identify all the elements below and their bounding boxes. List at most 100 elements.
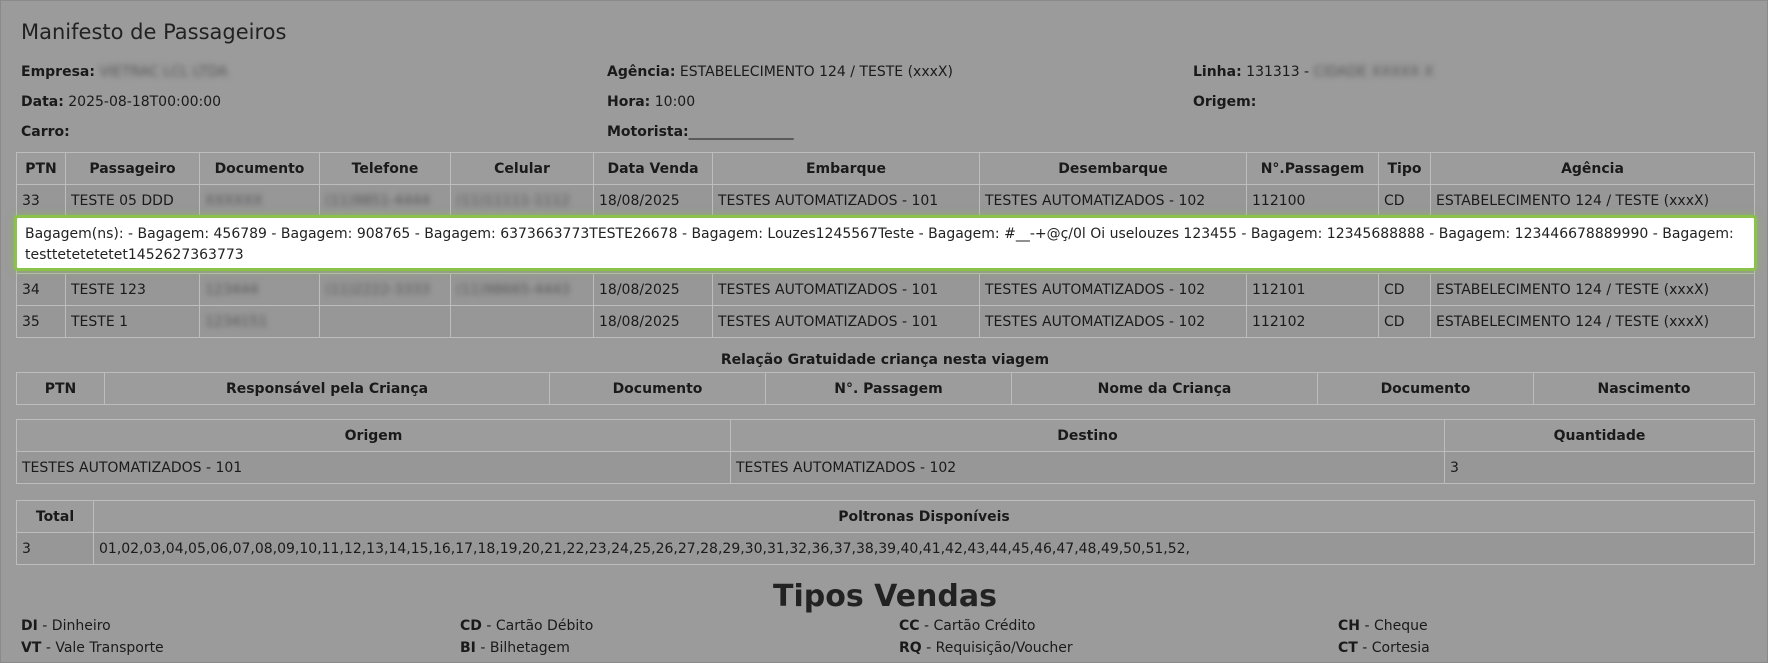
manifest-page: Manifesto de Passageiros Empresa: VIETRA… [0,0,1768,663]
origem-label: Origem: [1193,94,1257,110]
col-header: PTN [16,152,66,185]
col-header: Agência [1430,152,1755,185]
col-header: Responsável pela Criança [104,372,550,405]
cell-desembarque: TESTES AUTOMATIZADOS - 102 [979,273,1247,306]
carro-label: Carro: [21,124,70,140]
data-info: Data: 2025-08-18T00:00:00 [21,94,221,110]
cell-agencia: ESTABELECIMENTO 124 / TESTE (xxxX) [1430,184,1755,217]
cell-ptn: 33 [16,184,66,217]
cell-destino: TESTES AUTOMATIZADOS - 102 [730,451,1445,484]
hora-value: 10:00 [654,94,696,110]
linha-value: 131313 - [1246,64,1310,80]
cell-embarque: TESTES AUTOMATIZADOS - 101 [712,305,980,338]
cell-passagem: 112102 [1246,305,1379,338]
col-header: Telefone [319,152,451,185]
page-title: Manifesto de Passageiros [21,20,287,44]
cell-desembarque: TESTES AUTOMATIZADOS - 102 [979,184,1247,217]
col-header: Tipo [1378,152,1431,185]
col-header: Data Venda [593,152,713,185]
legend-item-vt: VT - Vale Transporte [21,640,164,656]
cell-passagem: 112100 [1246,184,1379,217]
legend-item-cd: CD - Cartão Débito [460,618,594,634]
linha-label: Linha: [1193,64,1242,80]
agencia-value: ESTABELECIMENTO 124 / TESTE (xxxX) [679,64,953,80]
seats-table: Total Poltronas Disponíveis 3 01,02,03,0… [16,500,1755,565]
cell-passageiro: TESTE 05 DDD [65,184,200,217]
cell-agencia: ESTABELECIMENTO 124 / TESTE (xxxX) [1430,305,1755,338]
col-header: Nascimento [1533,372,1755,405]
route-header-row: Origem Destino Quantidade [16,419,1755,452]
legend-item-ct: CT - Cortesia [1338,640,1430,656]
cell-telefone [319,305,451,338]
cell-passageiro: TESTE 1 [65,305,200,338]
cell-data-venda: 18/08/2025 [593,184,713,217]
legend-item-ch: CH - Cheque [1338,618,1428,634]
cell-data-venda: 18/08/2025 [593,305,713,338]
data-label: Data: [21,94,64,110]
cell-total: 3 [16,532,94,565]
cell-celular [450,305,594,338]
cell-celular: (11)11111-1112 [450,184,594,217]
col-header: Passageiro [65,152,200,185]
cell-ptn: 34 [16,273,66,306]
agencia-label: Agência: [607,64,676,80]
cell-tipo: CD [1378,273,1431,306]
route-table: Origem Destino Quantidade TESTES AUTOMAT… [16,419,1755,484]
hora-info: Hora: 10:00 [607,94,695,110]
empresa-info: Empresa: VIETRAC LCL LTDA [21,64,228,80]
cell-embarque: TESTES AUTOMATIZADOS - 101 [712,184,980,217]
legend-item-rq: RQ - Requisição/Voucher [899,640,1073,656]
cell-poltronas: 01,02,03,04,05,06,07,08,09,10,11,12,13,1… [93,532,1755,565]
cell-origem: TESTES AUTOMATIZADOS - 101 [16,451,731,484]
cell-telefone: (11)9851-4444 [319,184,451,217]
child-header-row: PTN Responsável pela Criança Documento N… [16,372,1755,405]
legend-item-bi: BI - Bilhetagem [460,640,570,656]
cell-ptn: 35 [16,305,66,338]
col-header: Nome da Criança [1011,372,1318,405]
legend-item-di: DI - Dinheiro [21,618,111,634]
col-header: Total [16,500,94,533]
empresa-value: VIETRAC LCL LTDA [99,64,228,80]
child-gratuity-table: PTN Responsável pela Criança Documento N… [16,372,1755,405]
cell-documento: 1234151 [199,305,320,338]
cell-tipo: CD [1378,184,1431,217]
baggage-details-row[interactable]: Bagagem(ns): - Bagagem: 456789 - Bagagem… [14,215,1757,271]
cell-tipo: CD [1378,305,1431,338]
col-header: N°. Passagem [765,372,1012,405]
col-header: Quantidade [1444,419,1755,452]
cell-telefone: (11)2222-3333 [319,273,451,306]
origem-info: Origem: [1193,94,1256,110]
motorista-label: Motorista: [607,124,689,140]
cell-documento: XXXXXX [199,184,320,217]
table-row: TESTES AUTOMATIZADOS - 101 TESTES AUTOMA… [16,451,1755,484]
col-header: Poltronas Disponíveis [93,500,1755,533]
col-header: Embarque [712,152,980,185]
cell-documento: 123444 [199,273,320,306]
motorista-value: _______________ [688,124,794,140]
motorista-info: Motorista:_______________ [607,124,794,140]
col-header: Documento [1317,372,1534,405]
cell-quantidade: 3 [1444,451,1755,484]
table-row: 33 TESTE 05 DDD XXXXXX (11)9851-4444 (11… [16,184,1755,217]
tipos-vendas-title: Tipos Vendas [773,579,997,614]
linha-name-blurred: CIDADE XXXXX X [1313,64,1434,80]
col-header: Celular [450,152,594,185]
col-header: PTN [16,372,105,405]
data-value: 2025-08-18T00:00:00 [68,94,222,110]
cell-data-venda: 18/08/2025 [593,273,713,306]
table-row: 35 TESTE 1 1234151 18/08/2025 TESTES AUT… [16,305,1755,338]
cell-passagem: 112101 [1246,273,1379,306]
agencia-info: Agência: ESTABELECIMENTO 124 / TESTE (xx… [607,64,953,80]
table-row: 34 TESTE 123 123444 (11)2222-3333 (11)98… [16,273,1755,306]
col-header: Desembarque [979,152,1247,185]
col-header: Documento [549,372,766,405]
child-section-caption: Relação Gratuidade criança nesta viagem [720,352,1050,368]
cell-embarque: TESTES AUTOMATIZADOS - 101 [712,273,980,306]
cell-agencia: ESTABELECIMENTO 124 / TESTE (xxxX) [1430,273,1755,306]
carro-info: Carro: [21,124,70,140]
hora-label: Hora: [607,94,651,110]
cell-desembarque: TESTES AUTOMATIZADOS - 102 [979,305,1247,338]
legend-item-cc: CC - Cartão Crédito [899,618,1036,634]
passengers-header-row: PTN Passageiro Documento Telefone Celula… [16,152,1755,185]
table-row: 3 01,02,03,04,05,06,07,08,09,10,11,12,13… [16,532,1755,565]
